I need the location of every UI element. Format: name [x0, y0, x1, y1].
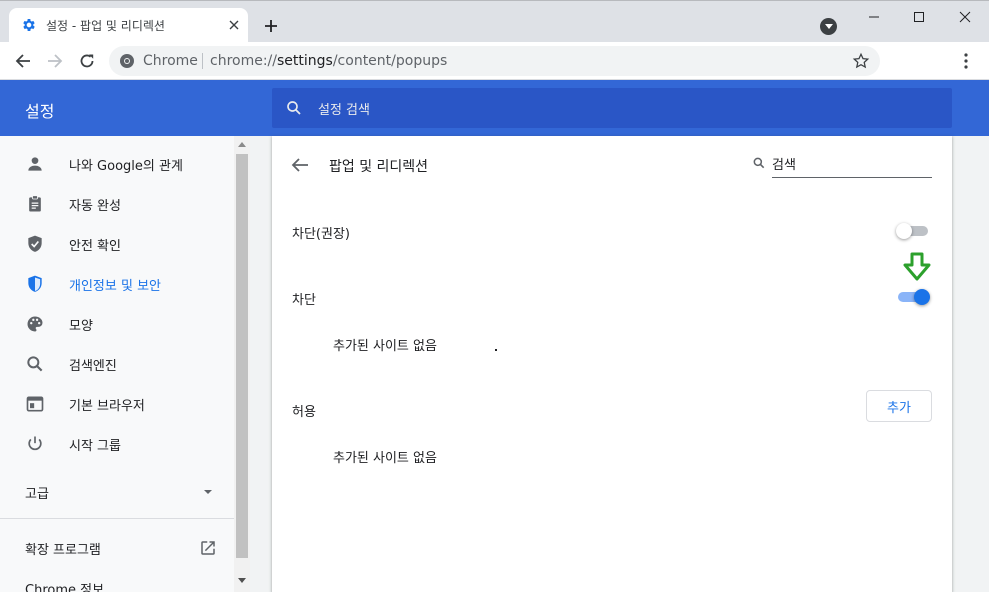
tab-title: 설정 - 팝업 및 리디렉션: [46, 19, 165, 33]
reload-icon[interactable]: [75, 49, 99, 73]
person-icon: [28, 157, 42, 171]
settings-title: 설정: [25, 102, 55, 121]
clipboard-icon: [29, 195, 41, 212]
sidebar-item-appearance[interactable]: 모양: [0, 303, 234, 343]
sidebar-item-label: 시작 그룹: [69, 439, 121, 454]
power-icon: [28, 436, 42, 451]
sidebar-about-chrome[interactable]: Chrome 정보: [25, 579, 104, 592]
add-site-button[interactable]: 추가: [866, 390, 932, 422]
back-arrow-icon[interactable]: [11, 49, 35, 73]
tab-settings[interactable]: 설정 - 팝업 및 리디렉션: [9, 8, 248, 43]
block-empty-message: 추가된 사이트 없음: [333, 339, 437, 354]
search-icon: [287, 101, 301, 115]
sidebar-advanced[interactable]: 고급: [25, 483, 49, 502]
gear-icon: [23, 19, 35, 31]
allow-empty-message: 추가된 사이트 없음: [333, 451, 437, 466]
sidebar-item-privacy-security[interactable]: 개인정보 및 보안: [0, 263, 234, 303]
scroll-down-arrow-icon[interactable]: [238, 578, 246, 583]
sidebar-divider: [0, 518, 234, 519]
block-toggle[interactable]: [896, 287, 930, 307]
sidebar-item-label: 기본 브라우저: [69, 399, 145, 414]
maximize-icon[interactable]: [909, 7, 929, 27]
allow-label: 허용: [292, 405, 316, 420]
sidebar-item-label: 안전 확인: [69, 239, 121, 254]
sidebar-item-label: 나와 Google의 관계: [69, 159, 183, 174]
kebab-menu-icon[interactable]: [956, 51, 976, 71]
sidebar-item-label: 모양: [69, 319, 93, 334]
sidebar-scrollbar[interactable]: [234, 136, 250, 592]
sidebar-item-safety-check[interactable]: 안전 확인: [0, 223, 234, 263]
palette-icon: [27, 316, 43, 332]
chevron-down-icon[interactable]: [203, 487, 213, 497]
blocked-recommended-label: 차단(권장): [292, 227, 350, 242]
browser-icon: [26, 396, 44, 412]
tab-strip: 설정 - 팝업 및 리디렉션: [0, 0, 989, 43]
blocked-recommended-toggle[interactable]: [896, 221, 930, 241]
settings-search-bar[interactable]: 설정 검색: [272, 88, 952, 128]
stray-dot: [495, 349, 497, 351]
sidebar-item-label: 검색엔진: [69, 359, 117, 374]
url-host: settings: [277, 53, 333, 69]
omnibox-divider: [202, 53, 203, 69]
star-icon[interactable]: [852, 52, 870, 70]
omnibox[interactable]: Chrome chrome://settings/content/popups: [109, 46, 880, 76]
sidebar-item-search-engine[interactable]: 검색엔진: [0, 343, 234, 383]
sidebar-item-default-browser[interactable]: 기본 브라우저: [0, 383, 234, 423]
omnibox-site-label: Chrome: [143, 53, 198, 69]
search-icon: [753, 157, 765, 169]
minimize-icon[interactable]: [864, 7, 884, 27]
sidebar: 나와 Google의 관계 자동 완성 안전 확인 개인정보 및 보안 모양 검…: [0, 136, 234, 592]
sidebar-item-autofill[interactable]: 자동 완성: [0, 183, 234, 223]
new-tab-icon[interactable]: [259, 14, 283, 38]
site-search-input[interactable]: [772, 154, 932, 178]
shield-icon: [28, 275, 42, 292]
block-label: 차단: [292, 293, 316, 308]
shield-check-icon: [28, 235, 42, 252]
toggle-knob: [914, 289, 930, 305]
omnibox-url[interactable]: chrome://settings/content/popups: [210, 53, 447, 69]
sidebar-item-you-and-google[interactable]: 나와 Google의 관계: [0, 143, 234, 183]
sidebar-item-on-startup[interactable]: 시작 그룹: [0, 423, 234, 463]
url-path: /content/popups: [332, 53, 448, 69]
url-scheme: chrome://: [210, 53, 277, 69]
down-arrow-annotation-icon: [903, 252, 931, 281]
sidebar-item-label: 개인정보 및 보안: [69, 279, 161, 294]
back-arrow-icon[interactable]: [288, 153, 312, 177]
browser-toolbar: Chrome chrome://settings/content/popups: [0, 42, 989, 80]
settings-header: 설정 설정 검색: [0, 80, 989, 136]
scroll-up-arrow-icon[interactable]: [238, 142, 246, 147]
scroll-thumb[interactable]: [236, 154, 248, 558]
sidebar-extensions[interactable]: 확장 프로그램: [25, 539, 101, 558]
page-title: 팝업 및 리디렉션: [329, 159, 429, 175]
open-in-new-icon[interactable]: [199, 539, 217, 557]
close-tab-icon[interactable]: [225, 16, 243, 34]
sidebar-item-label: 자동 완성: [69, 199, 121, 214]
tab-search-icon[interactable]: [820, 18, 837, 35]
settings-search-placeholder: 설정 검색: [318, 103, 370, 118]
popups-settings-card: 팝업 및 리디렉션 차단(권장) 차단 추가된 사이트 없음 허용 추가 추가된…: [272, 136, 952, 592]
window-close-icon[interactable]: [955, 7, 975, 27]
chrome-icon: [120, 54, 134, 68]
toggle-knob: [896, 223, 912, 239]
search-icon: [27, 356, 43, 372]
forward-arrow-icon[interactable]: [43, 49, 67, 73]
